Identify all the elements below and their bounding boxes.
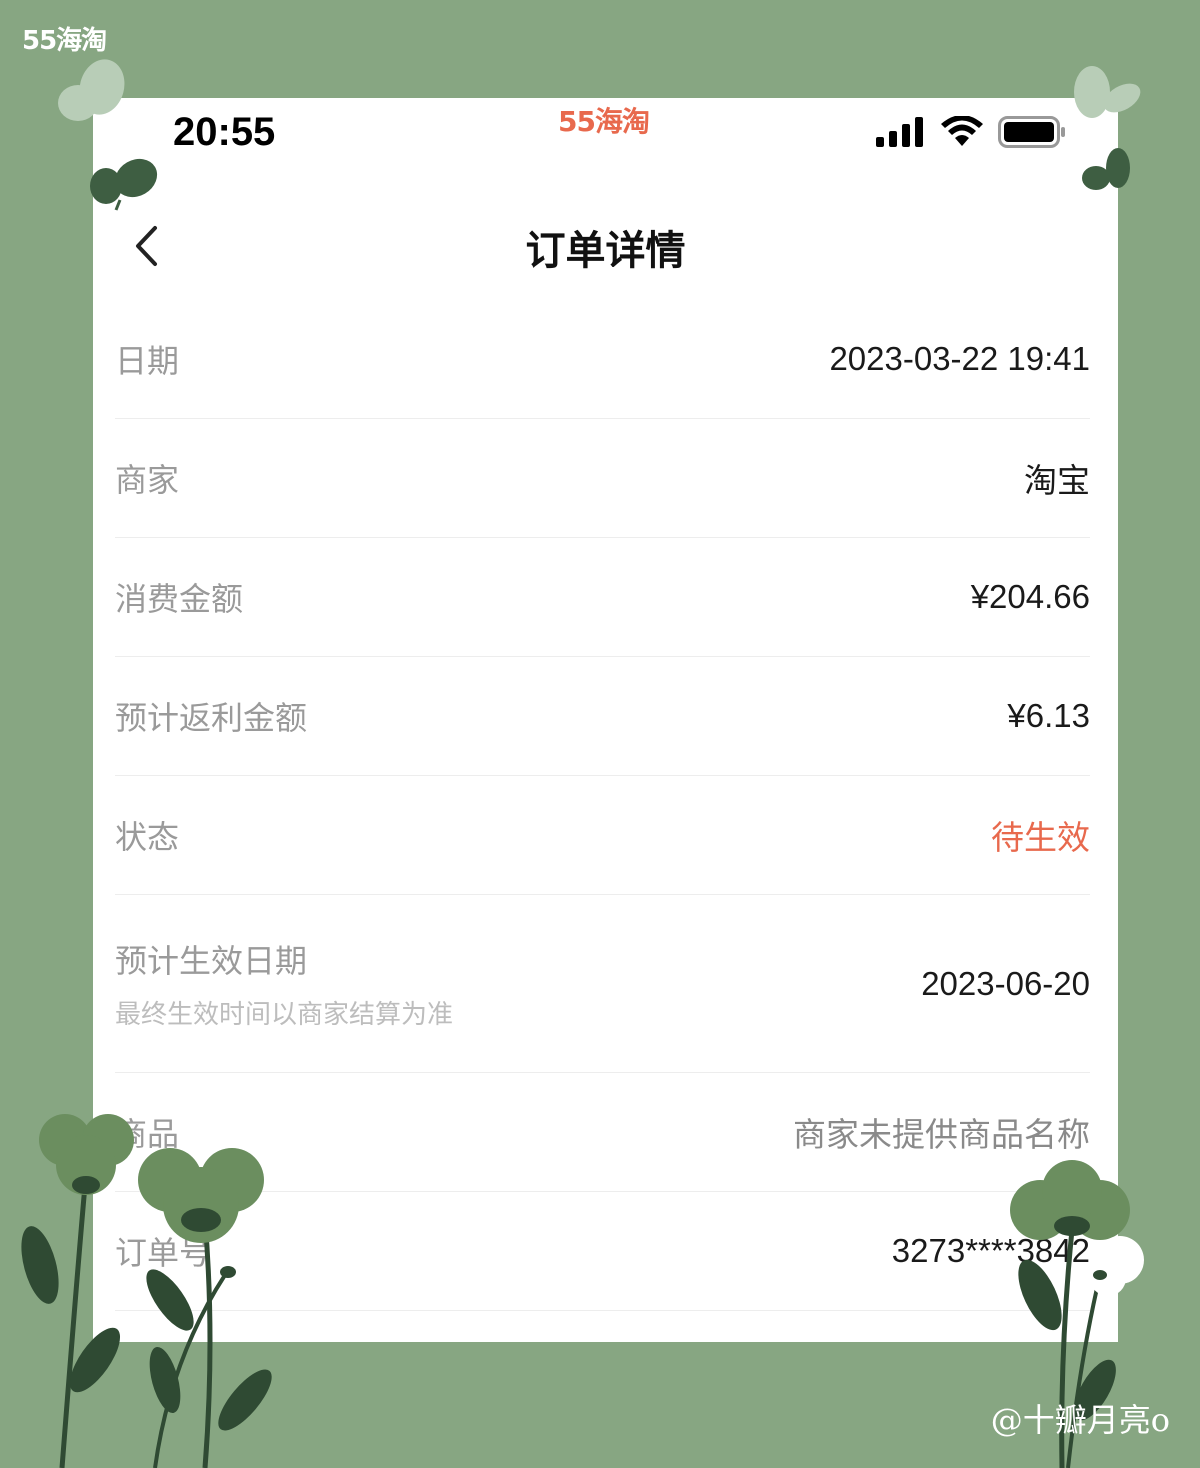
status-icons (876, 116, 1066, 148)
detail-row-amount: 消费金额 ¥204.66 (115, 538, 1090, 657)
rebate-value: ¥6.13 (1007, 697, 1090, 734)
flower-decoration-icon (21, 1114, 282, 1468)
effective-date-value: 2023-06-20 (921, 964, 1090, 1002)
status-value: 待生效 (991, 818, 1090, 857)
detail-row-status: 状态 待生效 (115, 776, 1090, 895)
product-value: 商家未提供商品名称 (793, 1115, 1090, 1154)
battery-icon (998, 116, 1065, 148)
merchant-label: 商家 (115, 461, 180, 499)
page-title: 订单详情 (525, 228, 686, 274)
credit-watermark: @十瓣月亮o (990, 1401, 1170, 1439)
detail-row-date: 日期 2023-03-22 19:41 (115, 300, 1090, 419)
amount-value: ¥204.66 (970, 578, 1090, 615)
effective-date-label-group: 预计生效日期 最终生效时间以商家结算为准 (115, 936, 453, 1031)
butterfly-icon (90, 158, 158, 211)
detail-row-merchant: 商家 淘宝 (115, 419, 1090, 538)
butterfly-icon (58, 59, 125, 121)
status-bar: 20:55 55海淘 (93, 98, 1118, 198)
effective-date-note: 最终生效时间以商家结算为准 (115, 1000, 454, 1030)
amount-label: 消费金额 (115, 580, 244, 618)
effective-date-label: 预计生效日期 (115, 942, 308, 980)
detail-row-effective-date: 预计生效日期 最终生效时间以商家结算为准 2023-06-20 (115, 895, 1090, 1073)
nav-bar: 订单详情 (93, 198, 1118, 306)
status-time: 20:55 (173, 110, 276, 154)
cellular-signal-icon (876, 117, 923, 147)
butterfly-icon (1082, 148, 1130, 190)
wifi-icon (941, 116, 983, 146)
butterfly-icon (1074, 66, 1141, 118)
detail-row-rebate: 预计返利金额 ¥6.13 (115, 657, 1090, 776)
rebate-label: 预计返利金额 (115, 699, 308, 737)
frame-watermark: 55海淘 (22, 26, 107, 56)
date-value: 2023-03-22 19:41 (829, 340, 1090, 377)
app-watermark: 55海淘 (558, 105, 650, 138)
merchant-value: 淘宝 (1024, 461, 1090, 500)
date-label: 日期 (115, 342, 180, 380)
status-label: 状态 (115, 818, 180, 856)
